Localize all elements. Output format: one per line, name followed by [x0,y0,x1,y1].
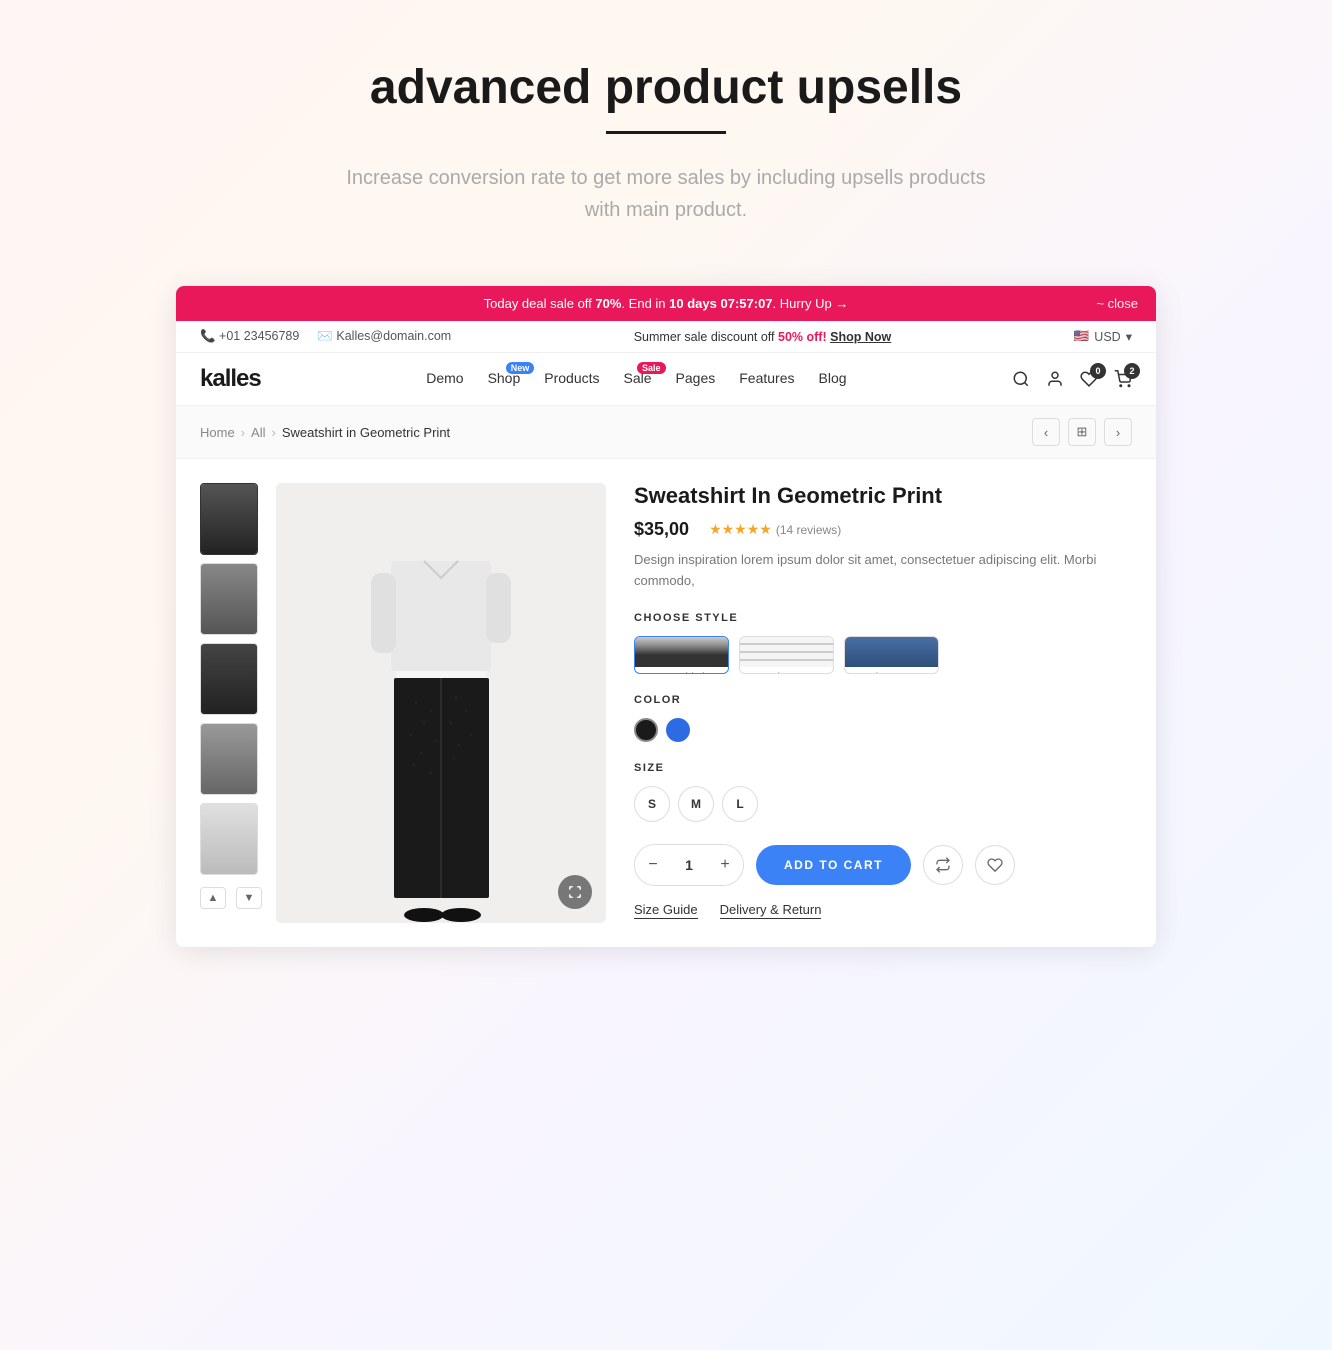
review-count: (14 reviews) [776,523,841,537]
currency-selector[interactable]: 🇺🇸 USD ▾ [1074,329,1132,344]
style-option-3[interactable]: Blue Jean [844,636,939,674]
product-title: Sweatshirt In Geometric Print [634,483,1132,509]
size-options: S M L [634,786,1132,822]
product-description: Design inspiration lorem ipsum dolor sit… [634,550,1132,592]
thumbnail-2[interactable] [200,563,258,635]
cart-row: − + ADD TO CART [634,844,1132,886]
wishlist-count: 0 [1090,363,1106,379]
announcement-close[interactable]: ~ close [1096,296,1138,311]
thumbnail-1[interactable] [200,483,258,555]
main-product-image [276,483,606,923]
sale-badge: Sale [637,362,666,374]
breadcrumb-current: Sweatshirt in Geometric Print [282,425,450,440]
product-footer-links: Size Guide Delivery & Return [634,902,1132,919]
nav-logo[interactable]: kalles [200,365,261,393]
title-underline [606,131,726,134]
thumbnail-3[interactable] [200,643,258,715]
breadcrumb-home[interactable]: Home [200,425,235,440]
nav-item-shop[interactable]: Shop New [488,370,521,388]
size-s[interactable]: S [634,786,670,822]
style-name-3: Blue Jean [845,667,938,674]
quantity-increase[interactable]: + [707,845,743,885]
grid-view-button[interactable]: ⊞ [1068,418,1096,446]
search-button[interactable] [1012,370,1030,388]
nav-item-pages[interactable]: Pages [676,370,716,388]
phone: 📞 +01 23456789 [200,329,299,344]
breadcrumb-all[interactable]: All [251,425,265,440]
nav-item-products[interactable]: Products [544,370,599,388]
account-button[interactable] [1046,370,1064,388]
announcement-text: Today deal sale off 70%. End in 10 days … [484,296,849,311]
size-l[interactable]: L [722,786,758,822]
page-subtitle: Increase conversion rate to get more sal… [336,162,996,226]
star-icon: ★★★★★ [709,521,772,538]
page-title: advanced product upsells [20,60,1312,115]
color-section-label: COLOR [634,694,1132,706]
color-black[interactable] [634,718,658,742]
breadcrumb-navigation: ‹ ⊞ › [1032,418,1132,446]
delivery-return-link[interactable]: Delivery & Return [720,902,822,919]
compare-button[interactable] [923,845,963,885]
nav-links: Demo Shop New Products Sale Sale Pages F… [426,370,846,388]
nav-item-sale[interactable]: Sale Sale [624,370,652,388]
nav-item-demo[interactable]: Demo [426,370,463,388]
breadcrumb-bar: Home › All › Sweatshirt in Geometric Pri… [176,406,1156,459]
shop-now-link[interactable]: Shop Now [830,330,891,344]
product-image-svg [276,483,606,923]
style-name-2: Combat Long Sleeve [740,667,833,674]
add-to-cart-button[interactable]: ADD TO CART [756,845,911,885]
shop-badge: New [506,362,535,374]
price-row: $35,00 ★★★★★ (14 reviews) [634,519,1132,540]
size-m[interactable]: M [678,786,714,822]
top-bar: 📞 +01 23456789 ✉️ Kalles@domain.com Summ… [176,321,1156,353]
wishlist-button[interactable]: 0 [1080,370,1098,388]
quantity-decrease[interactable]: − [635,845,671,885]
thumb-prev[interactable]: ▲ [200,887,226,909]
product-rating: ★★★★★ (14 reviews) [709,521,841,538]
thumbnail-5[interactable] [200,803,258,875]
size-guide-link[interactable]: Size Guide [634,902,698,919]
style-options: Sweatshirt in Geometric Print Combat Lon… [634,636,1132,674]
expand-image-button[interactable] [558,875,592,909]
color-options [634,718,1132,742]
quantity-control: − + [634,844,744,886]
contact-info: 📞 +01 23456789 ✉️ Kalles@domain.com [200,329,451,344]
style-section-label: CHOOSE STYLE [634,612,1132,624]
nav-bar: kalles Demo Shop New Products Sale Sale … [176,353,1156,406]
nav-icons: 0 2 [1012,370,1132,388]
style-option-2[interactable]: Combat Long Sleeve [739,636,834,674]
thumbnail-arrows: ▲ ▼ [200,887,262,909]
product-price: $35,00 [634,519,689,540]
nav-item-features[interactable]: Features [739,370,794,388]
cart-button[interactable]: 2 [1114,370,1132,388]
style-name-1: Sweatshirt in Geometric Print [635,667,728,674]
cart-count: 2 [1124,363,1140,379]
style-option-1[interactable]: Sweatshirt in Geometric Print [634,636,729,674]
product-section: ▲ ▼ [176,459,1156,947]
thumbnail-column: ▲ ▼ [200,483,262,923]
thumbnail-4[interactable] [200,723,258,795]
color-blue[interactable] [666,718,690,742]
next-product-button[interactable]: › [1104,418,1132,446]
nav-item-blog[interactable]: Blog [819,370,847,388]
breadcrumb: Home › All › Sweatshirt in Geometric Pri… [200,425,450,440]
product-info: Sweatshirt In Geometric Print $35,00 ★★★… [606,483,1132,923]
prev-product-button[interactable]: ‹ [1032,418,1060,446]
wishlist-add-button[interactable] [975,845,1015,885]
store-card: Today deal sale off 70%. End in 10 days … [176,286,1156,947]
thumb-next[interactable]: ▼ [236,887,262,909]
announcement-bar: Today deal sale off 70%. End in 10 days … [176,286,1156,321]
quantity-input[interactable] [671,857,707,873]
sale-notice: Summer sale discount off 50% off! Shop N… [634,330,892,344]
size-section-label: SIZE [634,762,1132,774]
page-header: advanced product upsells Increase conver… [0,0,1332,256]
email: ✉️ Kalles@domain.com [317,329,451,344]
